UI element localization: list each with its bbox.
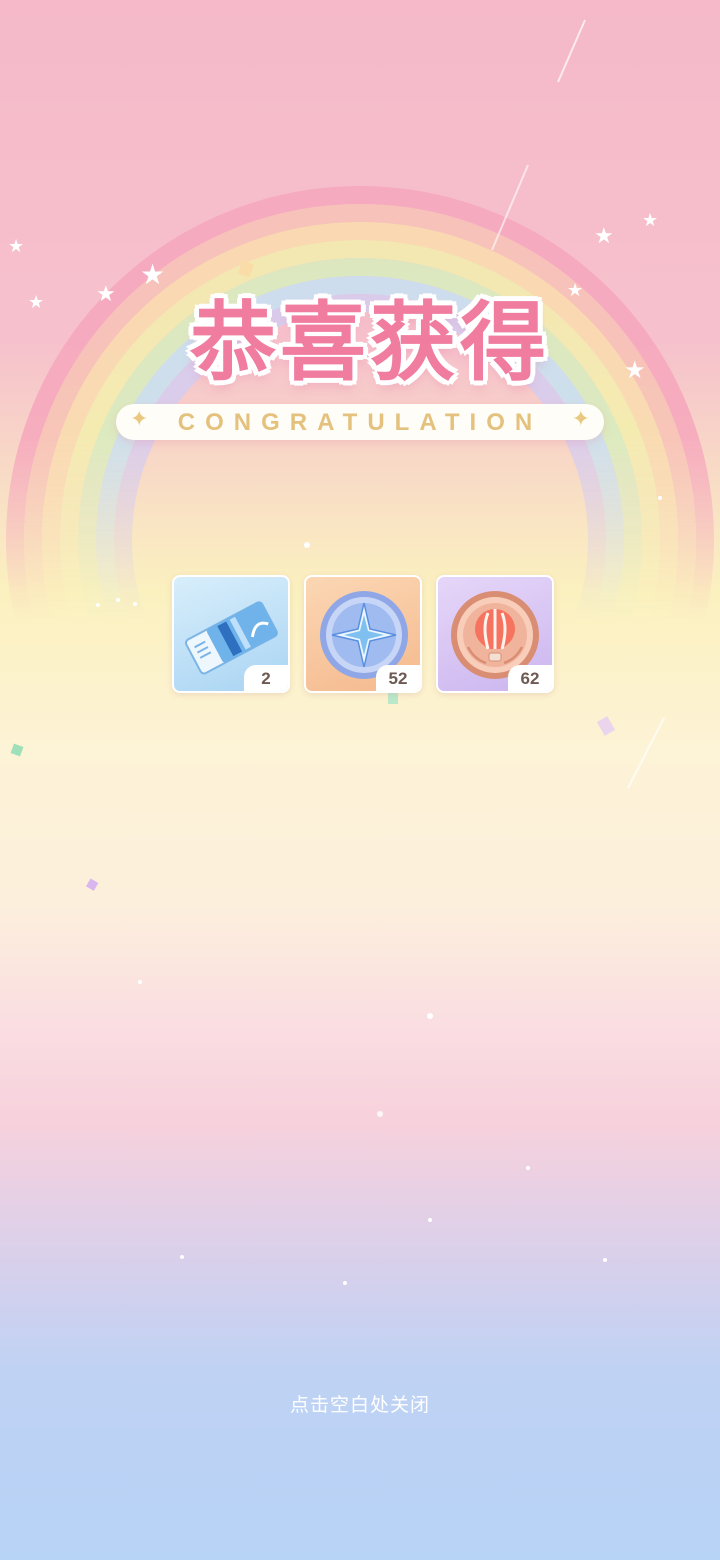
reward-item-compass-coin[interactable]: 52	[304, 575, 422, 693]
sparkle-icon: ✦	[571, 407, 590, 432]
tap-to-close-hint[interactable]: 点击空白处关闭	[0, 1390, 720, 1417]
confetti-decoration	[10, 260, 665, 1285]
reward-item-balloon-coin[interactable]: 62	[436, 575, 554, 693]
congratulation-banner: ✦ CONGRATULATION ✦	[116, 404, 604, 440]
reward-item-ticket[interactable]: 2	[172, 575, 290, 693]
reward-quantity: 52	[376, 665, 420, 691]
congratulation-subtitle: CONGRATULATION	[177, 409, 543, 436]
reward-list: 2 52 62	[172, 575, 554, 693]
reward-quantity: 62	[508, 665, 552, 691]
congratulation-title: 恭喜获得	[190, 293, 550, 393]
reward-quantity: 2	[244, 665, 288, 691]
